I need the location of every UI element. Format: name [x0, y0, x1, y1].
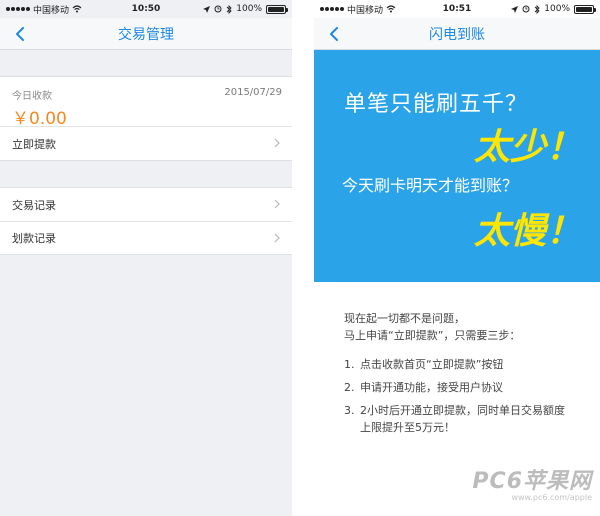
chevron-right-icon — [274, 199, 280, 209]
list-item: 1. 点击收款首页“立即提款”按钮 — [344, 356, 570, 373]
transfer-records-row[interactable]: 划款记录 — [0, 221, 292, 254]
income-date: 2015/07/29 — [224, 87, 282, 98]
chevron-right-icon — [274, 233, 280, 243]
list-item-label: 划款记录 — [12, 232, 56, 245]
description: 现在起一切都不是问题， 马上申请“立即提款”，只需要三步： — [314, 282, 600, 344]
income-card: 今日收款 2015/07/29 ￥0.00 立即提款 — [0, 76, 292, 161]
step-number: 3. — [344, 404, 355, 417]
phone-screen-right: 中国移动 10:51 100% 闪电到账 单笔只能刷五千？ 太少！ 今天刷卡明天… — [314, 0, 600, 516]
list-item-label: 立即提款 — [12, 137, 56, 151]
page-title: 闪电到账 — [429, 26, 485, 43]
battery-icon — [574, 4, 596, 14]
chevron-left-icon — [330, 27, 338, 41]
status-bar: 中国移动 10:51 100% — [314, 0, 600, 18]
promo-headline-1: 单笔只能刷五千？ — [344, 92, 529, 117]
steps-list: 1. 点击收款首页“立即提款”按钮 2. 申请开通功能，接受用户协议 3. 2小… — [314, 344, 600, 436]
promo-banner: 单笔只能刷五千？ 太少！ 今天刷卡明天才能到账？ 太慢！ — [314, 50, 600, 282]
promo-headline-2: 今天刷卡明天才能到账？ — [342, 176, 519, 195]
status-time: 10:50 — [131, 4, 161, 14]
phone-screen-left: 中国移动 10:50 100% 交易管理 今日收款 2015/07/29 ￥0.… — [0, 0, 292, 516]
navigation-bar: 交易管理 — [0, 18, 292, 50]
back-button[interactable] — [324, 24, 344, 44]
description-line-1: 现在起一切都不是问题， — [344, 312, 465, 325]
step-text: 申请开通功能，接受用户协议 — [360, 381, 503, 394]
description-line-2: 马上申请“立即提款”，只需要三步： — [344, 329, 521, 342]
page-title: 交易管理 — [118, 26, 174, 43]
today-income-amount: ￥0.00 — [12, 109, 67, 129]
today-income-row: 今日收款 2015/07/29 ￥0.00 — [0, 77, 292, 129]
withdraw-now-row[interactable]: 立即提款 — [0, 127, 292, 160]
status-bar: 中国移动 10:50 100% — [0, 0, 292, 18]
list-item: 2. 申请开通功能，接受用户协议 — [344, 379, 570, 396]
promo-highlight-1: 太少！ — [474, 127, 583, 168]
status-time: 10:51 — [442, 4, 472, 14]
watermark-logo-text: PC6苹果网 — [472, 469, 592, 494]
step-number: 2. — [344, 381, 355, 394]
step-text: 2小时后开通立即提款，同时单日交易额度上限提升至5万元！ — [360, 404, 565, 434]
list-item: 3. 2小时后开通立即提款，同时单日交易额度上限提升至5万元！ — [344, 402, 570, 436]
step-text: 点击收款首页“立即提款”按钮 — [360, 358, 504, 371]
navigation-bar: 闪电到账 — [314, 18, 600, 50]
promo-highlight-2: 太慢！ — [474, 211, 583, 252]
list-item-label: 交易记录 — [12, 198, 56, 212]
chevron-left-icon — [16, 27, 24, 41]
transaction-records-row[interactable]: 交易记录 — [0, 188, 292, 221]
back-button[interactable] — [10, 24, 30, 44]
chevron-right-icon — [274, 138, 280, 148]
battery-fill — [268, 6, 284, 12]
watermark: PC6苹果网 www.pc6.com/apple — [472, 463, 592, 502]
battery-fill — [576, 6, 592, 12]
records-card: 交易记录 划款记录 — [0, 187, 292, 255]
battery-icon — [266, 4, 288, 14]
step-number: 1. — [344, 358, 355, 371]
